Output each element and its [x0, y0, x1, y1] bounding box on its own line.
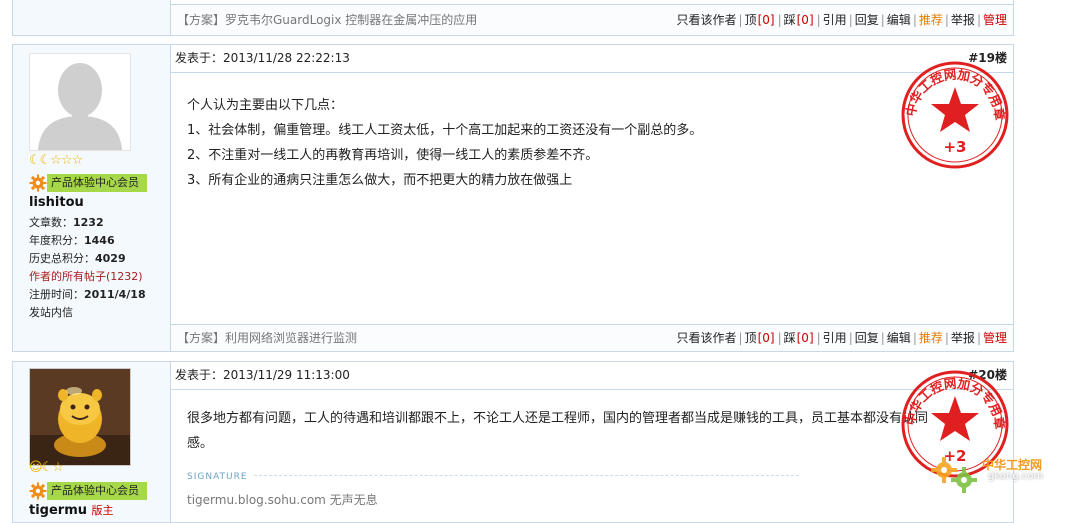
post-body: 发表于：2013/11/28 22:22:13 #19楼 个人认为主要由以下几点… — [171, 45, 1013, 351]
total-score: 历史总积分：4029 — [29, 250, 126, 266]
rank-icons: ☺☾☆ — [29, 460, 64, 475]
post-footer: 【方案】利用网络浏览器进行监测 只看该作者 | 顶[0] | 踩[0] | 引用 | 回复 | 编辑… — [171, 324, 1013, 351]
post-actions: 只看该作者 | 顶[0] | 踩[0] | 引用 | 回复 | 编辑 | 推荐 | 举报 | 管理 — [676, 13, 1007, 27]
recommend-link[interactable]: 推荐 — [919, 331, 943, 345]
user-sidebar: ☾☾☆☆☆ 产品体验中心会员 lishitou 文章数：1232 年度积分：14… — [13, 45, 171, 351]
content-line: 1、社会体制，偏重管理。线工人工资太低，十个高工加起来的工资还没有一个副总的多。 — [187, 123, 703, 138]
recommend-link[interactable]: 推荐 — [919, 13, 943, 27]
site-watermark: 中华工控网 gkong.com — [930, 454, 1060, 494]
signature-label: SIGNATURE — [187, 472, 248, 482]
top-count: [0] — [757, 13, 775, 27]
post-date: 发表于：2013/11/29 11:13:00 — [175, 368, 350, 382]
red-seal-icon: 中华工控网加分专用章 +3 — [901, 61, 1009, 169]
stat-value: 4029 — [95, 252, 126, 265]
score-stamp: 中华工控网加分专用章 +3 — [899, 59, 1011, 174]
default-avatar-icon — [30, 54, 130, 150]
content-line: 个人认为主要由以下几点： — [187, 98, 344, 113]
stat-label: 注册时间： — [29, 288, 84, 301]
gear-logo-icon — [931, 457, 977, 493]
post-header: 发表于：2013/11/28 22:22:13 #19楼 — [171, 45, 1013, 73]
user-group: 产品体验中心会员 — [29, 481, 147, 500]
top-link[interactable]: 顶 — [745, 331, 757, 345]
step-count: [0] — [796, 13, 814, 27]
quote-link[interactable]: 引用 — [823, 331, 847, 345]
stat-value: 2011/4/18 — [84, 288, 146, 301]
username-link[interactable]: lishitou — [29, 195, 84, 210]
post-20: ☺☾☆ 产品体验中心会员 tigermu 版主 发表于：2013/11/29 1… — [12, 361, 1014, 523]
watermark-url: gkong.com — [988, 471, 1044, 482]
step-count: [0] — [796, 331, 814, 345]
avatar[interactable] — [29, 368, 131, 466]
content-line: 2、不注重对一线工人的再教育再培训，使得一线工人的素质参差不齐。 — [187, 148, 599, 163]
top-link[interactable]: 顶 — [745, 13, 757, 27]
solution-link[interactable]: 【方案】罗克韦尔GuardLogix 控制器在金属冲压的应用 — [177, 5, 477, 35]
post-footer: 【方案】罗克韦尔GuardLogix 控制器在金属冲压的应用 只看该作者 | 顶[0… — [171, 4, 1013, 35]
edit-link[interactable]: 编辑 — [887, 331, 911, 345]
content-line: 感。 — [187, 436, 214, 451]
group-label: 产品体验中心会员 — [47, 173, 147, 192]
top-count: [0] — [757, 331, 775, 345]
send-message-link[interactable]: 发站内信 — [29, 304, 73, 320]
avatar[interactable] — [29, 53, 131, 151]
stat-label: 年度积分： — [29, 234, 84, 247]
all-posts-link[interactable]: 作者的所有帖子(1232) — [29, 268, 143, 284]
username-link[interactable]: tigermu — [29, 503, 87, 518]
reply-link[interactable]: 回复 — [855, 13, 879, 27]
stamp-points: +3 — [943, 138, 966, 156]
step-link[interactable]: 踩 — [784, 13, 796, 27]
post-content: 个人认为主要由以下几点： 1、社会体制，偏重管理。线工人工资太低，十个高工加起来… — [171, 73, 1013, 193]
post-date: 发表于：2013/11/28 22:22:13 — [175, 51, 350, 65]
content-line: 很多地方都有问题，工人的待遇和培训都跟不上，不论工人还是工程师，国内的管理者都当… — [187, 411, 929, 426]
group-label: 产品体验中心会员 — [47, 481, 147, 500]
only-author-link[interactable]: 只看该作者 — [676, 331, 736, 345]
stat-label: 历史总积分： — [29, 252, 95, 265]
signature: tigermu.blog.sohu.com 无声无息 — [187, 493, 378, 507]
post-19: ☾☾☆☆☆ 产品体验中心会员 lishitou 文章数：1232 年度积分：14… — [12, 44, 1014, 352]
post-count: 文章数：1232 — [29, 214, 104, 230]
manage-link[interactable]: 管理 — [983, 331, 1007, 345]
signature-divider: SIGNATURE — [187, 468, 799, 482]
gear-icon — [29, 174, 47, 191]
step-link[interactable]: 踩 — [784, 331, 796, 345]
edit-link[interactable]: 编辑 — [887, 13, 911, 27]
register-date: 注册时间：2011/4/18 — [29, 286, 146, 302]
stat-value: 1232 — [73, 216, 104, 229]
post-body: 发表于：2013/11/29 11:13:00 #20楼 很多地方都有问题，工人… — [171, 362, 1013, 522]
moderator-badge: 版主 — [91, 504, 114, 517]
solution-link[interactable]: 【方案】利用网络浏览器进行监测 — [177, 325, 357, 351]
user-group: 产品体验中心会员 — [29, 173, 147, 192]
rank-icons: ☾☾☆☆☆ — [29, 153, 83, 168]
gear-icon — [29, 482, 47, 499]
user-sidebar: ☺☾☆ 产品体验中心会员 tigermu 版主 — [13, 362, 171, 522]
post-header: 发表于：2013/11/29 11:13:00 #20楼 — [171, 362, 1013, 390]
stat-label: 文章数： — [29, 216, 73, 229]
reply-link[interactable]: 回复 — [855, 331, 879, 345]
prev-post-body: 【方案】罗克韦尔GuardLogix 控制器在金属冲压的应用 只看该作者 | 顶[0… — [171, 0, 1013, 35]
only-author-link[interactable]: 只看该作者 — [676, 13, 736, 27]
report-link[interactable]: 举报 — [951, 13, 975, 27]
username: tigermu 版主 — [29, 502, 114, 518]
manage-link[interactable]: 管理 — [983, 13, 1007, 27]
post-actions: 只看该作者 | 顶[0] | 踩[0] | 引用 | 回复 | 编辑 | 推荐 | 举报 | 管理 — [676, 331, 1007, 345]
user-avatar-photo — [30, 369, 130, 465]
quote-link[interactable]: 引用 — [823, 13, 847, 27]
annual-score: 年度积分：1446 — [29, 232, 115, 248]
content-line: 3、所有企业的通病只注重怎么做大，而不把更大的精力放在做强上 — [187, 173, 573, 188]
post-content: 很多地方都有问题，工人的待遇和培训都跟不上，不论工人还是工程师，国内的管理者都当… — [171, 390, 1013, 456]
prev-post: 【方案】罗克韦尔GuardLogix 控制器在金属冲压的应用 只看该作者 | 顶[0… — [12, 0, 1014, 36]
stat-value: 1446 — [84, 234, 115, 247]
prev-post-sidebar — [13, 0, 171, 35]
report-link[interactable]: 举报 — [951, 331, 975, 345]
